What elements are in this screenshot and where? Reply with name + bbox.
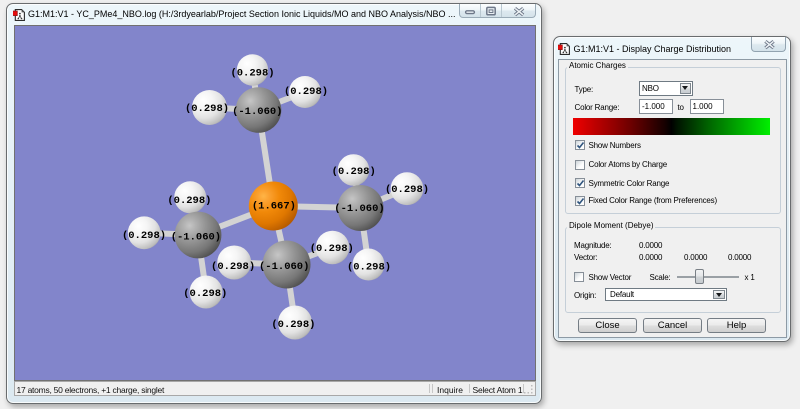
- svg-text:(0.298): (0.298): [211, 260, 255, 272]
- svg-text:(0.298): (0.298): [271, 318, 315, 330]
- svg-text:(-1.060): (-1.060): [170, 231, 220, 243]
- svg-text:(0.298): (0.298): [167, 195, 211, 207]
- svg-text:(-1.060): (-1.060): [232, 105, 282, 117]
- svg-text:(-1.060): (-1.060): [334, 203, 384, 215]
- svg-text:(0.298): (0.298): [384, 184, 428, 196]
- svg-text:(0.298): (0.298): [230, 67, 274, 79]
- svg-text:(0.298): (0.298): [121, 230, 165, 242]
- svg-text:(0.298): (0.298): [283, 86, 327, 98]
- svg-text:(0.298): (0.298): [309, 242, 353, 254]
- svg-text:(1.667): (1.667): [251, 200, 295, 212]
- svg-text:(0.298): (0.298): [184, 102, 228, 114]
- svg-text:(0.298): (0.298): [331, 166, 375, 178]
- svg-text:(0.298): (0.298): [183, 288, 227, 300]
- svg-text:(-1.060): (-1.060): [258, 261, 308, 273]
- svg-text:(0.298): (0.298): [346, 261, 390, 273]
